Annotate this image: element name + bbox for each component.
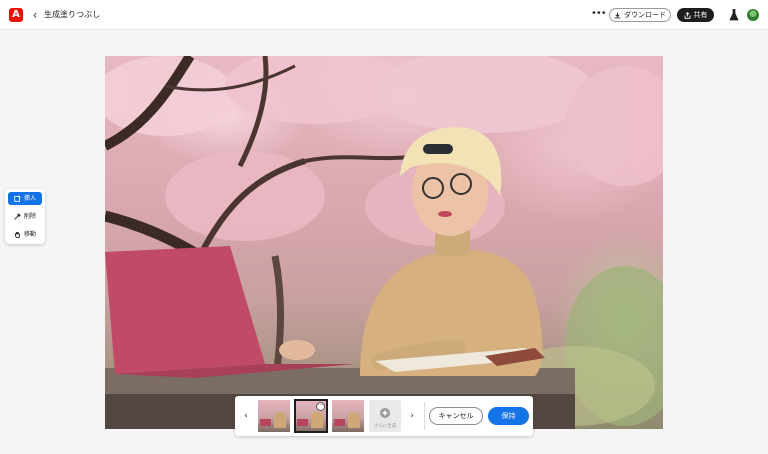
tool-insert[interactable]: 挿入 <box>8 192 42 205</box>
back-chevron-icon[interactable]: ‹ <box>30 8 40 22</box>
share-button[interactable]: 共有 <box>677 8 714 22</box>
beaker-icon[interactable] <box>729 9 739 21</box>
hand-icon <box>14 231 21 238</box>
photo-illustration <box>105 56 663 429</box>
next-variation-icon[interactable]: › <box>407 408 417 424</box>
download-label: ダウンロード <box>624 11 666 19</box>
plus-circle-icon: さらに生成 <box>374 408 397 429</box>
variation-thumb-1[interactable] <box>258 400 290 432</box>
tool-insert-label: 挿入 <box>24 195 37 202</box>
tool-move-label: 移動 <box>24 231 37 238</box>
share-icon <box>684 11 690 19</box>
insert-icon <box>14 195 21 202</box>
more-options-icon[interactable]: ••• <box>591 8 607 22</box>
cancel-button[interactable]: キャンセル <box>429 407 483 425</box>
tool-remove-label: 削除 <box>24 213 37 220</box>
remove-icon <box>14 213 21 220</box>
prev-variation-icon[interactable]: ‹ <box>241 408 251 424</box>
divider <box>424 402 425 430</box>
user-avatar[interactable] <box>747 9 759 21</box>
app-header: A ‹ 生成塗りつぶし ••• ダウンロード 共有 <box>0 0 768 30</box>
keep-button[interactable]: 保持 <box>488 407 529 425</box>
tool-move[interactable]: 移動 <box>8 228 42 241</box>
thumb-more-icon[interactable]: ··· <box>316 402 325 411</box>
tool-panel: 挿入 削除 移動 <box>5 189 45 244</box>
page-title: 生成塗りつぶし <box>44 10 101 19</box>
variation-thumb-3[interactable] <box>332 400 364 432</box>
generate-more-label: さらに生成 <box>374 422 397 429</box>
share-label: 共有 <box>693 11 708 19</box>
download-button[interactable]: ダウンロード <box>609 8 671 22</box>
variation-thumb-2[interactable]: ··· <box>294 399 328 433</box>
download-icon <box>614 12 621 18</box>
canvas-image[interactable] <box>105 56 663 429</box>
tool-remove[interactable]: 削除 <box>8 210 42 223</box>
generate-more-button[interactable]: さらに生成 <box>369 400 401 432</box>
adobe-logo-icon[interactable]: A <box>9 8 23 22</box>
